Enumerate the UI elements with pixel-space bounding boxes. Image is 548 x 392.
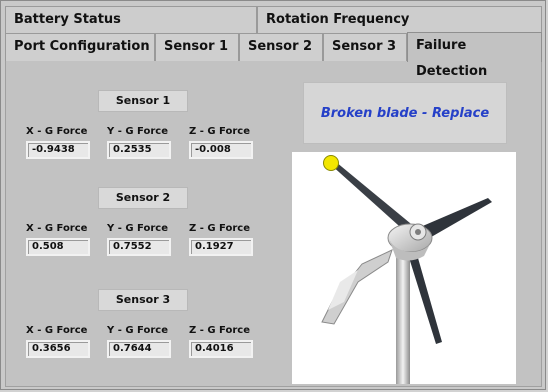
failure-status-box: Broken blade - Replace <box>303 82 507 144</box>
tab-sensor-3[interactable]: Sensor 3 <box>323 33 407 61</box>
sensor-3-x-value: 0.3656 <box>26 340 90 358</box>
failure-detection-panel: Sensor 1 X - G Force Y - G Force Z - G F… <box>5 61 542 387</box>
sensor-3-x-label: X - G Force <box>26 325 88 336</box>
sensor-1-x-value: -0.9438 <box>26 141 90 159</box>
tab-failure-detection[interactable]: Failure Detection <box>407 32 542 79</box>
tab-port-configuration[interactable]: Port Configuration <box>5 33 155 61</box>
sensor-3-y-label: Y - G Force <box>107 325 168 336</box>
sensor-1-z-value: -0.008 <box>189 141 253 159</box>
tab-battery-status[interactable]: Battery Status <box>5 6 257 34</box>
tab-label: Rotation Frequency <box>266 12 410 27</box>
tab-sensor-1[interactable]: Sensor 1 <box>155 33 239 61</box>
sensor-3-z-value: 0.4016 <box>189 340 253 358</box>
sensor-1-y-value: 0.2535 <box>107 141 171 159</box>
sensor-2-x-label: X - G Force <box>26 223 88 234</box>
failure-status-text: Broken blade - Replace <box>320 105 490 121</box>
sensor-1-x-label: X - G Force <box>26 126 88 137</box>
sensor-2-y-value: 0.7552 <box>107 238 171 256</box>
tab-label: Port Configuration <box>14 39 150 54</box>
sensor-3-z-label: Z - G Force <box>189 325 250 336</box>
tab-label: Sensor 3 <box>332 39 397 54</box>
failure-indicator-dot <box>323 155 339 171</box>
sensor-1-z-label: Z - G Force <box>189 126 250 137</box>
tab-label: Failure Detection <box>416 38 488 79</box>
sensor-1-title: Sensor 1 <box>98 90 188 112</box>
sensor-3-y-value: 0.7644 <box>107 340 171 358</box>
tab-label: Sensor 2 <box>248 39 313 54</box>
tab-sensor-2[interactable]: Sensor 2 <box>239 33 323 61</box>
tab-label: Sensor 1 <box>164 39 229 54</box>
tab-label: Battery Status <box>14 12 121 27</box>
sensor-3-title: Sensor 3 <box>98 289 188 311</box>
wind-turbine-icon <box>321 162 492 384</box>
sensor-2-z-value: 0.1927 <box>189 238 253 256</box>
turbine-image <box>292 152 516 384</box>
app-window: Battery Status Rotation Frequency Port C… <box>0 0 546 390</box>
sensor-2-z-label: Z - G Force <box>189 223 250 234</box>
sensor-2-x-value: 0.508 <box>26 238 90 256</box>
sensor-1-y-label: Y - G Force <box>107 126 168 137</box>
tab-rotation-frequency[interactable]: Rotation Frequency <box>257 6 542 34</box>
sensor-2-title: Sensor 2 <box>98 187 188 209</box>
sensor-2-y-label: Y - G Force <box>107 223 168 234</box>
